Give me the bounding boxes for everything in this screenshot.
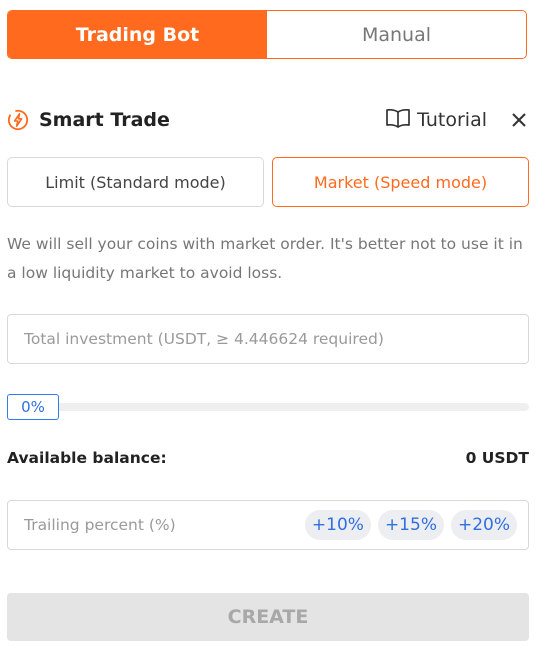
create-button[interactable]: CREATE <box>7 593 529 641</box>
trailing-chip-20[interactable]: +20% <box>450 510 517 540</box>
lightning-icon <box>7 109 29 131</box>
market-order-description: We will sell your coins with market orde… <box>7 235 523 282</box>
limit-mode-button[interactable]: Limit (Standard mode) <box>7 157 264 207</box>
order-mode-selector: Limit (Standard mode) Market (Speed mode… <box>7 157 529 207</box>
trailing-field-container: +10% +15% +20% <box>7 500 529 550</box>
book-icon <box>385 107 411 133</box>
investment-slider: 0% <box>7 393 529 421</box>
mode-tabs: Trading Bot Manual <box>7 10 527 59</box>
tab-trading-bot[interactable]: Trading Bot <box>8 11 267 58</box>
available-balance-row: Available balance: 0 USDT <box>7 449 529 467</box>
market-mode-button[interactable]: Market (Speed mode) <box>272 157 529 207</box>
page-title: Smart Trade <box>39 109 170 131</box>
smart-trade-header: Smart Trade Tutorial <box>7 106 529 134</box>
trailing-chips: +10% +15% +20% <box>304 510 517 540</box>
slider-track[interactable] <box>57 403 529 411</box>
tab-manual[interactable]: Manual <box>267 11 526 58</box>
balance-value: 0 USDT <box>465 449 529 467</box>
close-icon[interactable] <box>509 110 529 130</box>
slider-percent-handle[interactable]: 0% <box>7 394 59 420</box>
balance-label: Available balance: <box>7 449 167 467</box>
trailing-chip-10[interactable]: +10% <box>304 510 371 540</box>
investment-field-container <box>7 314 529 364</box>
total-investment-input[interactable] <box>22 329 528 349</box>
trailing-chip-15[interactable]: +15% <box>377 510 444 540</box>
tutorial-link[interactable]: Tutorial <box>385 107 487 133</box>
tutorial-label: Tutorial <box>417 109 487 131</box>
trailing-percent-input[interactable] <box>22 515 305 535</box>
